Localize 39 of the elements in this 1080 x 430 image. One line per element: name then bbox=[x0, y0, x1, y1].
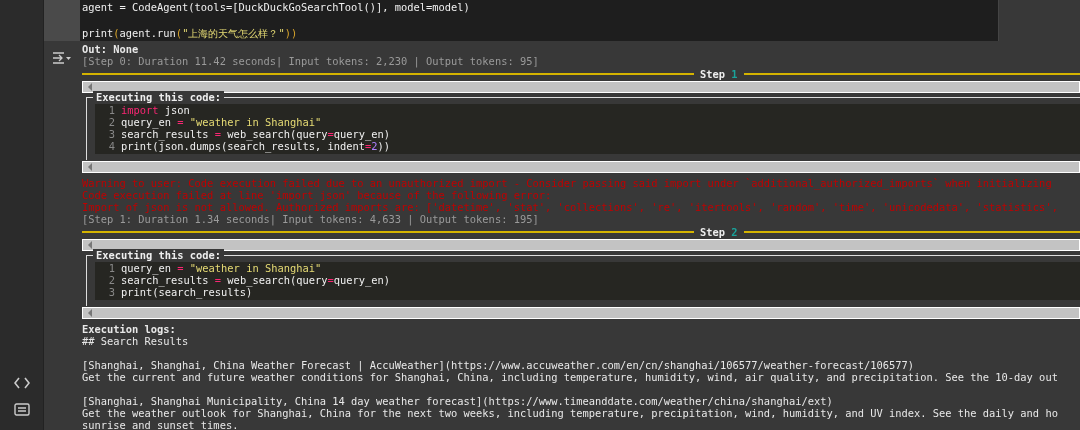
code-line: 2 query_en = "weather in Shanghai" bbox=[107, 116, 323, 128]
output-result: Out: None bbox=[82, 43, 140, 55]
error-message: Import of json is not allowed. Authorized imports are: ['datetime', 'stat', 'collections', 're', 'itertools', 'random', 'time', 'unicodedata', 'statistics', bbox=[82, 201, 1059, 213]
code-line: 2 search_results = web_search(query=query_en) bbox=[107, 274, 392, 286]
log-line: Get the current and future weather conditions for Shanghai, China, including temperature, humidity, wind, air quality, and precipitation. See the 10-day out bbox=[82, 371, 1059, 383]
step-heading: Step 2 bbox=[699, 226, 739, 238]
scroll-left-icon[interactable] bbox=[87, 83, 93, 91]
horizontal-scrollbar[interactable] bbox=[82, 239, 1080, 251]
code-line: 1 import json bbox=[107, 104, 191, 116]
horizontal-scrollbar[interactable] bbox=[82, 307, 1080, 319]
log-line: sunrise and sunset times. bbox=[82, 419, 240, 430]
code-line: 3 search_results = web_search(query=query_en) bbox=[107, 128, 392, 140]
output-toggle-icon[interactable] bbox=[52, 51, 72, 65]
error-message: Code execution failed at line 'import json' because of the following error: bbox=[82, 189, 553, 201]
log-line: [Shanghai, Shanghai, China Weather Forecast | AccuWeather](https://www.accuweather.com/en/cn/shanghai/106577/weather-forecast/106577) bbox=[82, 359, 915, 371]
code-line: 4 print(json.dumps(search_results, indent=2)) bbox=[107, 140, 392, 152]
scroll-left-icon[interactable] bbox=[87, 241, 93, 249]
code-panel-title: Executing this code: bbox=[93, 249, 225, 261]
scroll-left-icon[interactable] bbox=[87, 163, 93, 171]
step-summary: [Step 0: Duration 11.42 seconds| Input tokens: 2,230 | Output tokens: 95] bbox=[82, 55, 540, 67]
horizontal-scrollbar[interactable] bbox=[82, 81, 1080, 93]
code-line: print(agent.run("上海的天气怎么样？")) bbox=[82, 27, 299, 39]
code-panel-title: Executing this code: bbox=[93, 91, 225, 103]
step-summary: [Step 1: Duration 1.34 seconds| Input tokens: 4,633 | Output tokens: 195] bbox=[82, 213, 540, 225]
code-line: agent = CodeAgent(tools=[DuckDuckGoSearchTool()], model=model) bbox=[82, 1, 471, 13]
error-message: Warning to user: Code execution failed due to an unauthorized import - Consider passing said import under `additional_authorized_imports` when initializing bbox=[82, 177, 1053, 189]
code-icon[interactable] bbox=[13, 377, 30, 389]
code-line: 1 query_en = "weather in Shanghai" bbox=[107, 262, 323, 274]
cell-gutter bbox=[44, 0, 80, 41]
step-heading: Step 1 bbox=[699, 68, 739, 80]
horizontal-scrollbar[interactable] bbox=[82, 161, 1080, 173]
logs-title: Execution logs: bbox=[82, 323, 177, 335]
log-line: Get the weather outlook for Shanghai, China for the next two weeks, including temperature, precipitation, wind, humidity, and UV index. See the daily and ho bbox=[82, 407, 1059, 419]
log-line: ## Search Results bbox=[82, 335, 190, 347]
code-line: 3 print(search_results) bbox=[107, 286, 253, 298]
code-cell[interactable]: agent = CodeAgent(tools=[DuckDuckGoSearchTool()], model=model) print(agent.run("上海的天气怎么样？")) bbox=[80, 0, 999, 41]
log-line: [Shanghai, Shanghai Municipality, China 14 day weather forecast](https://www.timeanddate.com/weather/china/shanghai/ext) bbox=[82, 395, 834, 407]
scroll-left-icon[interactable] bbox=[87, 309, 93, 317]
terminal-icon[interactable] bbox=[13, 403, 30, 416]
